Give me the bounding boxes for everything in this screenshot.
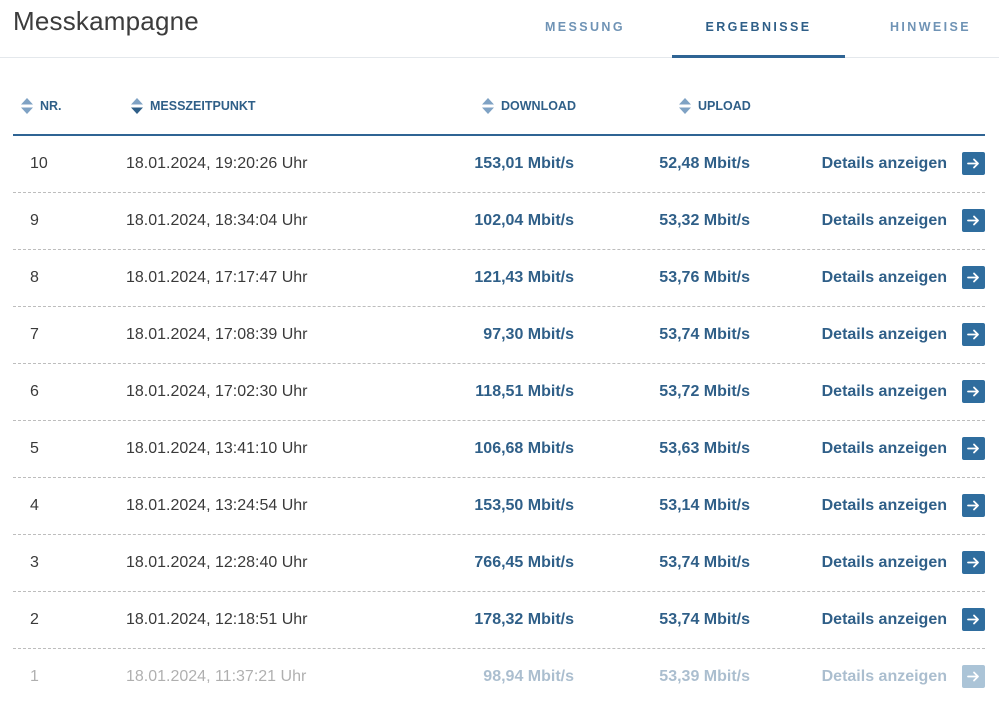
- page-title: Messkampagne: [13, 6, 199, 36]
- column-label-messzeitpunkt: MESSZEITPUNKT: [150, 99, 256, 113]
- arrow-right-icon[interactable]: [962, 665, 985, 688]
- column-label-upload: UPLOAD: [698, 99, 751, 113]
- table-row: 9 18.01.2024, 18:34:04 Uhr 102,04 Mbit/s…: [13, 193, 985, 250]
- cell-upload: 53,76 Mbit/s: [659, 269, 750, 286]
- column-header-upload[interactable]: UPLOAD: [679, 98, 751, 114]
- arrow-right-icon[interactable]: [962, 380, 985, 403]
- cell-messzeitpunkt: 18.01.2024, 12:18:51 Uhr: [126, 611, 308, 628]
- cell-nr: 4: [30, 497, 39, 514]
- cell-messzeitpunkt: 18.01.2024, 12:28:40 Uhr: [126, 554, 308, 571]
- details-link[interactable]: Details anzeigen: [822, 497, 947, 515]
- details-link[interactable]: Details anzeigen: [822, 155, 947, 173]
- cell-upload: 53,72 Mbit/s: [659, 383, 750, 400]
- cell-download: 153,50 Mbit/s: [474, 497, 574, 514]
- arrow-right-icon[interactable]: [962, 323, 985, 346]
- details-link[interactable]: Details anzeigen: [822, 554, 947, 572]
- column-label-download: DOWNLOAD: [501, 99, 576, 113]
- cell-nr: 9: [30, 212, 39, 229]
- table-body: 10 18.01.2024, 19:20:26 Uhr 153,01 Mbit/…: [13, 136, 985, 706]
- cell-nr: 7: [30, 326, 39, 343]
- table-row: 3 18.01.2024, 12:28:40 Uhr 766,45 Mbit/s…: [13, 535, 985, 592]
- details-link[interactable]: Details anzeigen: [822, 326, 947, 344]
- cell-messzeitpunkt: 18.01.2024, 13:41:10 Uhr: [126, 440, 308, 457]
- cell-messzeitpunkt: 18.01.2024, 19:20:26 Uhr: [126, 155, 308, 172]
- table-row: 7 18.01.2024, 17:08:39 Uhr 97,30 Mbit/s …: [13, 307, 985, 364]
- details-link[interactable]: Details anzeigen: [822, 269, 947, 287]
- arrow-right-icon[interactable]: [962, 608, 985, 631]
- cell-upload: 53,74 Mbit/s: [659, 554, 750, 571]
- arrow-right-icon[interactable]: [962, 209, 985, 232]
- details-link[interactable]: Details anzeigen: [822, 212, 947, 230]
- cell-upload: 53,14 Mbit/s: [659, 497, 750, 514]
- table-header: NR. MESSZEITPUNKT DOWNLOAD UPLOAD: [13, 78, 985, 136]
- table-row: 6 18.01.2024, 17:02:30 Uhr 118,51 Mbit/s…: [13, 364, 985, 421]
- cell-upload: 53,74 Mbit/s: [659, 326, 750, 343]
- column-label-nr: NR.: [40, 99, 62, 113]
- tab-messung[interactable]: MESSUNG: [520, 20, 650, 58]
- cell-upload: 53,74 Mbit/s: [659, 611, 750, 628]
- cell-upload: 53,32 Mbit/s: [659, 212, 750, 229]
- details-link[interactable]: Details anzeigen: [822, 668, 947, 686]
- cell-nr: 8: [30, 269, 39, 286]
- table-row: 2 18.01.2024, 12:18:51 Uhr 178,32 Mbit/s…: [13, 592, 985, 649]
- cell-messzeitpunkt: 18.01.2024, 17:02:30 Uhr: [126, 383, 308, 400]
- arrow-right-icon[interactable]: [962, 437, 985, 460]
- cell-nr: 3: [30, 554, 39, 571]
- cell-messzeitpunkt: 18.01.2024, 17:08:39 Uhr: [126, 326, 308, 343]
- cell-download: 766,45 Mbit/s: [474, 554, 574, 571]
- details-link[interactable]: Details anzeigen: [822, 611, 947, 629]
- cell-nr: 10: [30, 155, 48, 172]
- cell-download: 121,43 Mbit/s: [474, 269, 574, 286]
- cell-download: 97,30 Mbit/s: [483, 326, 574, 343]
- table-row: 8 18.01.2024, 17:17:47 Uhr 121,43 Mbit/s…: [13, 250, 985, 307]
- tab-hinweise[interactable]: HINWEISE: [862, 20, 999, 58]
- details-link[interactable]: Details anzeigen: [822, 440, 947, 458]
- arrow-right-icon[interactable]: [962, 551, 985, 574]
- cell-download: 102,04 Mbit/s: [474, 212, 574, 229]
- column-header-messzeitpunkt[interactable]: MESSZEITPUNKT: [131, 98, 256, 114]
- details-link[interactable]: Details anzeigen: [822, 383, 947, 401]
- arrow-right-icon[interactable]: [962, 152, 985, 175]
- column-header-nr[interactable]: NR.: [21, 98, 62, 114]
- cell-messzeitpunkt: 18.01.2024, 18:34:04 Uhr: [126, 212, 308, 229]
- table-row: 1 18.01.2024, 11:37:21 Uhr 98,94 Mbit/s …: [13, 649, 985, 706]
- cell-upload: 52,48 Mbit/s: [659, 155, 750, 172]
- cell-nr: 2: [30, 611, 39, 628]
- cell-messzeitpunkt: 18.01.2024, 17:17:47 Uhr: [126, 269, 308, 286]
- cell-upload: 53,63 Mbit/s: [659, 440, 750, 457]
- cell-nr: 6: [30, 383, 39, 400]
- cell-messzeitpunkt: 18.01.2024, 13:24:54 Uhr: [126, 497, 308, 514]
- header: Messkampagne MESSUNG ERGEBNISSE HINWEISE: [0, 0, 999, 58]
- cell-upload: 53,39 Mbit/s: [659, 668, 750, 685]
- cell-download: 178,32 Mbit/s: [474, 611, 574, 628]
- column-header-download[interactable]: DOWNLOAD: [482, 98, 576, 114]
- arrow-right-icon[interactable]: [962, 266, 985, 289]
- table-row: 5 18.01.2024, 13:41:10 Uhr 106,68 Mbit/s…: [13, 421, 985, 478]
- sort-descending-icon: [131, 98, 143, 114]
- sort-icon: [679, 98, 691, 114]
- cell-messzeitpunkt: 18.01.2024, 11:37:21 Uhr: [126, 668, 307, 685]
- cell-download: 118,51 Mbit/s: [475, 383, 574, 400]
- tab-ergebnisse[interactable]: ERGEBNISSE: [672, 20, 845, 58]
- cell-download: 106,68 Mbit/s: [474, 440, 574, 457]
- cell-download: 98,94 Mbit/s: [483, 668, 574, 685]
- cell-nr: 5: [30, 440, 39, 457]
- cell-nr: 1: [30, 668, 39, 685]
- table-row: 4 18.01.2024, 13:24:54 Uhr 153,50 Mbit/s…: [13, 478, 985, 535]
- table-row: 10 18.01.2024, 19:20:26 Uhr 153,01 Mbit/…: [13, 136, 985, 193]
- cell-download: 153,01 Mbit/s: [474, 155, 574, 172]
- sort-icon: [482, 98, 494, 114]
- sort-icon: [21, 98, 33, 114]
- arrow-right-icon[interactable]: [962, 494, 985, 517]
